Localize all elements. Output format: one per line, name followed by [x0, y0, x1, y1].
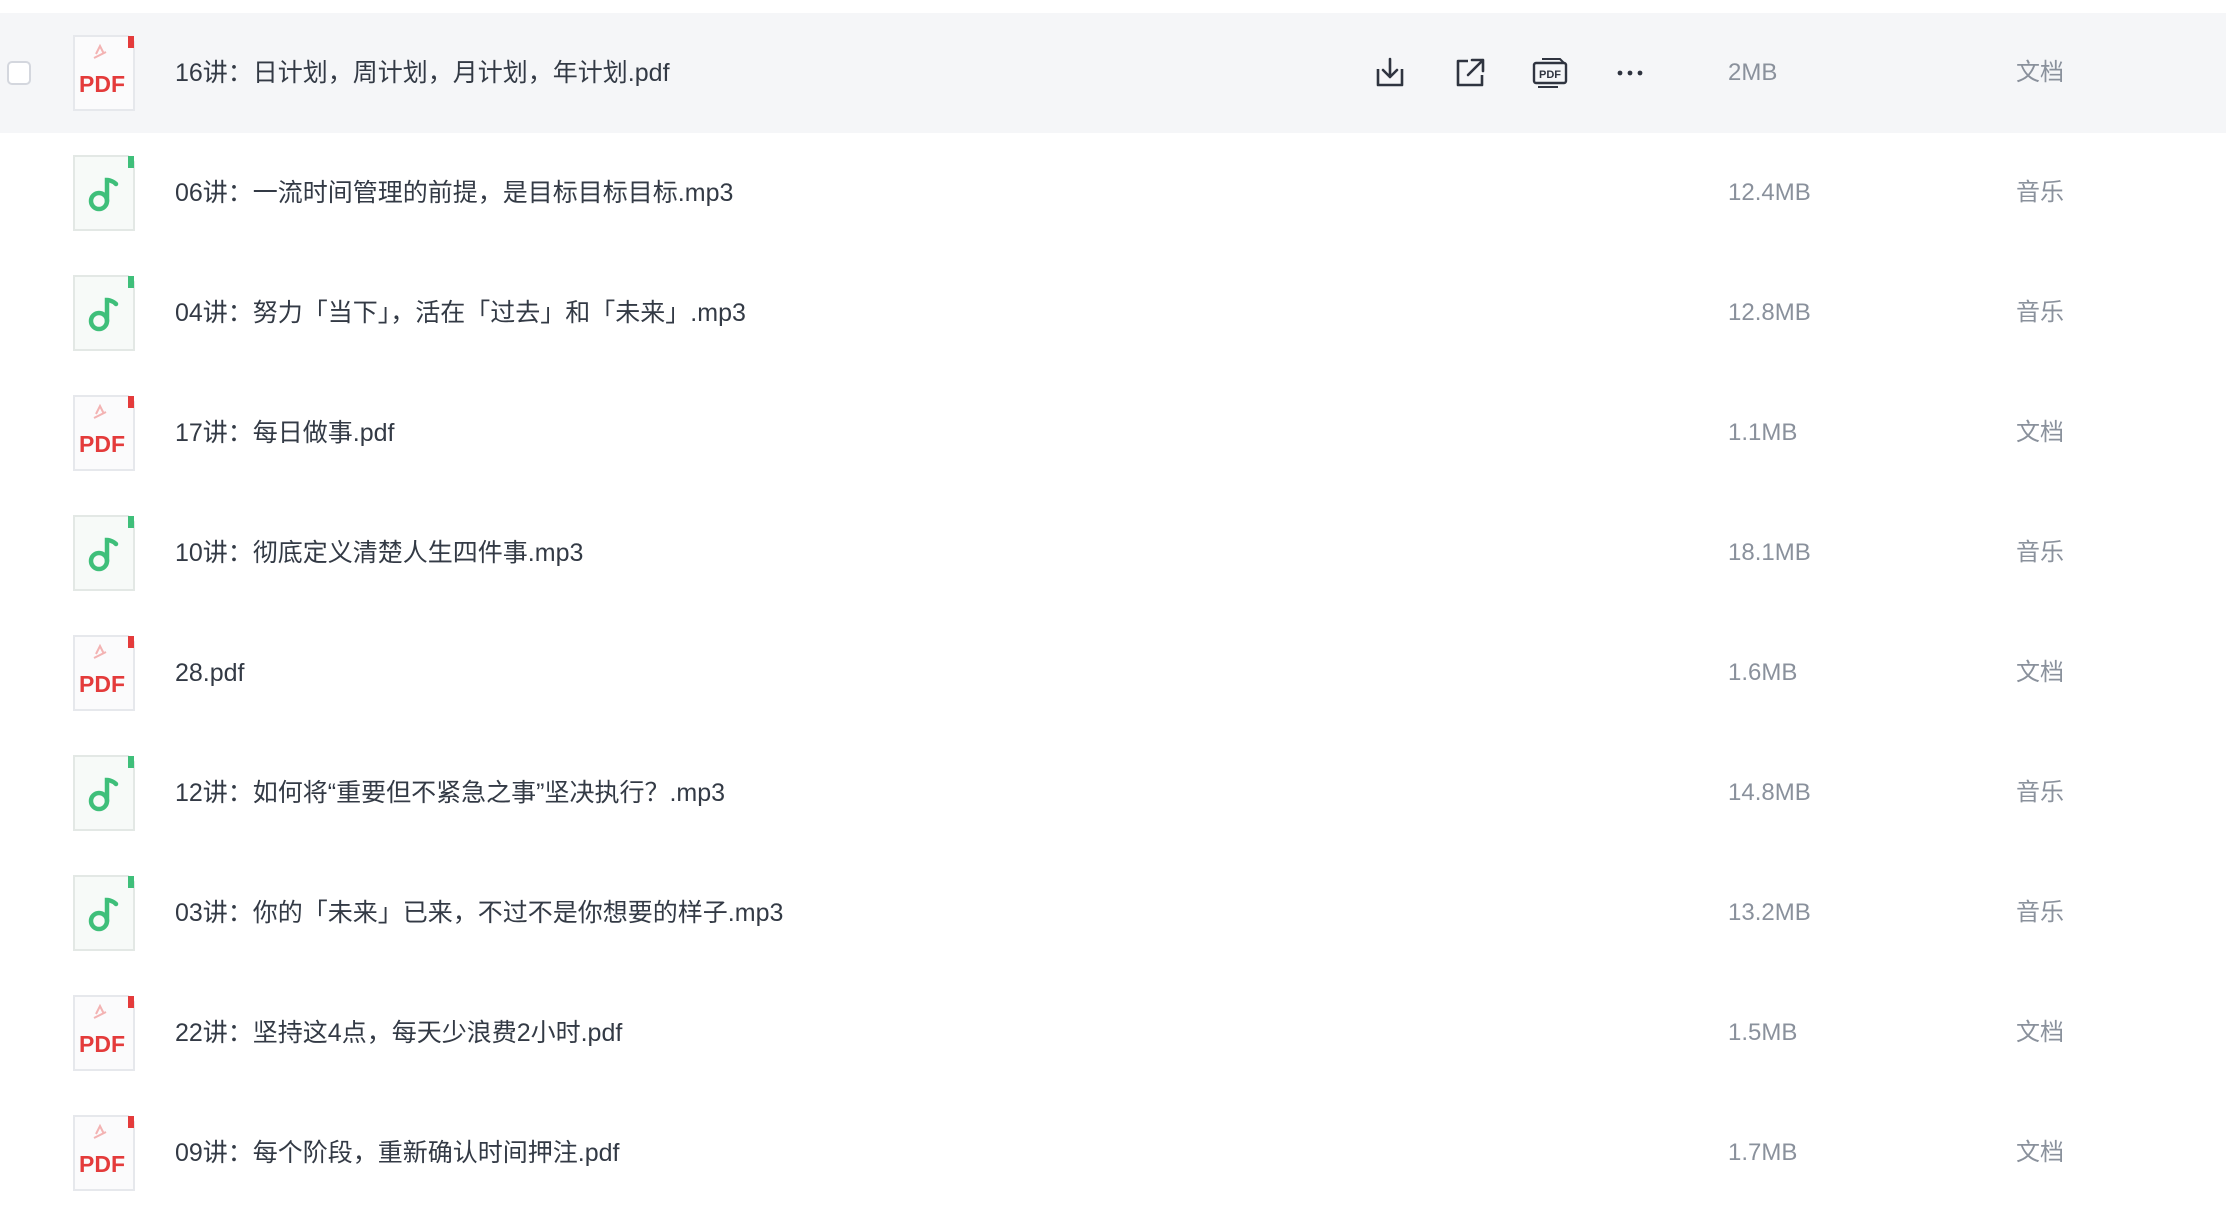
- share-icon[interactable]: [1450, 53, 1490, 93]
- pdf-file-icon: PDF: [70, 994, 136, 1072]
- pdf-icon[interactable]: PDF: [1530, 53, 1570, 93]
- file-name[interactable]: 28.pdf: [175, 613, 245, 733]
- row-actions: PDF: [1370, 53, 1660, 93]
- file-size: 13.2MB: [1728, 899, 1811, 926]
- file-row[interactable]: PDF 16讲：日计划，周计划，月计划，年计划.pdf PDF 2MB 文档: [0, 13, 2226, 133]
- file-row[interactable]: 10讲：彻底定义清楚人生四件事.mp3 18.1MB 音乐: [0, 493, 2226, 613]
- download-icon[interactable]: [1370, 53, 1410, 93]
- file-size: 1.7MB: [1728, 1139, 1798, 1166]
- svg-text:PDF: PDF: [79, 671, 125, 697]
- file-name[interactable]: 17讲：每日做事.pdf: [175, 373, 395, 493]
- svg-text:PDF: PDF: [79, 431, 125, 457]
- file-name[interactable]: 06讲：一流时间管理的前提，是目标目标目标.mp3: [175, 133, 733, 253]
- music-note-icon: [70, 754, 136, 832]
- svg-text:PDF: PDF: [79, 1151, 125, 1177]
- file-name[interactable]: 09讲：每个阶段，重新确认时间押注.pdf: [175, 1093, 620, 1213]
- file-type: 文档: [2016, 659, 2064, 686]
- pdf-file-icon: PDF: [70, 34, 136, 112]
- file-name[interactable]: 03讲：你的「未来」已来，不过不是你想要的样子.mp3: [175, 853, 783, 973]
- pdf-file-icon: PDF: [70, 1114, 136, 1192]
- file-row[interactable]: 03讲：你的「未来」已来，不过不是你想要的样子.mp3 13.2MB 音乐: [0, 853, 2226, 973]
- file-row[interactable]: 12讲：如何将“重要但不紧急之事”坚决执行？.mp3 14.8MB 音乐: [0, 733, 2226, 853]
- row-checkbox[interactable]: [7, 61, 31, 85]
- file-type: 文档: [2016, 59, 2064, 86]
- file-row[interactable]: 06讲：一流时间管理的前提，是目标目标目标.mp3 12.4MB 音乐: [0, 133, 2226, 253]
- file-row[interactable]: 04讲：努力「当下」，活在「过去」和「未来」.mp3 12.8MB 音乐: [0, 253, 2226, 373]
- file-type: 音乐: [2016, 899, 2064, 926]
- music-note-icon: [70, 874, 136, 952]
- svg-text:PDF: PDF: [79, 1031, 125, 1057]
- file-size: 2MB: [1728, 59, 1778, 86]
- file-type: 音乐: [2016, 299, 2064, 326]
- more-icon[interactable]: [1610, 53, 1650, 93]
- file-size: 12.8MB: [1728, 299, 1811, 326]
- file-type: 文档: [2016, 1139, 2064, 1166]
- file-name[interactable]: 12讲：如何将“重要但不紧急之事”坚决执行？.mp3: [175, 733, 725, 853]
- svg-text:PDF: PDF: [79, 71, 125, 97]
- file-type: 文档: [2016, 1019, 2064, 1046]
- file-name[interactable]: 10讲：彻底定义清楚人生四件事.mp3: [175, 493, 583, 613]
- file-type: 音乐: [2016, 539, 2064, 566]
- file-size: 1.5MB: [1728, 1019, 1798, 1046]
- music-note-icon: [70, 274, 136, 352]
- file-type: 音乐: [2016, 779, 2064, 806]
- file-size: 1.6MB: [1728, 659, 1798, 686]
- file-row[interactable]: PDF 22讲：坚持这4点，每天少浪费2小时.pdf 1.5MB 文档: [0, 973, 2226, 1093]
- file-size: 14.8MB: [1728, 779, 1811, 806]
- file-list: PDF 16讲：日计划，周计划，月计划，年计划.pdf PDF 2MB 文档 0…: [0, 0, 2226, 1205]
- file-row[interactable]: PDF 09讲：每个阶段，重新确认时间押注.pdf 1.7MB 文档: [0, 1093, 2226, 1213]
- file-name[interactable]: 22讲：坚持这4点，每天少浪费2小时.pdf: [175, 973, 622, 1093]
- file-type: 音乐: [2016, 179, 2064, 206]
- file-size: 18.1MB: [1728, 539, 1811, 566]
- file-size: 1.1MB: [1728, 419, 1798, 446]
- music-note-icon: [70, 514, 136, 592]
- svg-text:PDF: PDF: [1539, 69, 1561, 81]
- file-name[interactable]: 16讲：日计划，周计划，月计划，年计划.pdf: [175, 13, 670, 133]
- pdf-file-icon: PDF: [70, 394, 136, 472]
- file-name[interactable]: 04讲：努力「当下」，活在「过去」和「未来」.mp3: [175, 253, 746, 373]
- file-type: 文档: [2016, 419, 2064, 446]
- file-row[interactable]: PDF 17讲：每日做事.pdf 1.1MB 文档: [0, 373, 2226, 493]
- pdf-file-icon: PDF: [70, 634, 136, 712]
- file-size: 12.4MB: [1728, 179, 1811, 206]
- file-row[interactable]: PDF 28.pdf 1.6MB 文档: [0, 613, 2226, 733]
- music-note-icon: [70, 154, 136, 232]
